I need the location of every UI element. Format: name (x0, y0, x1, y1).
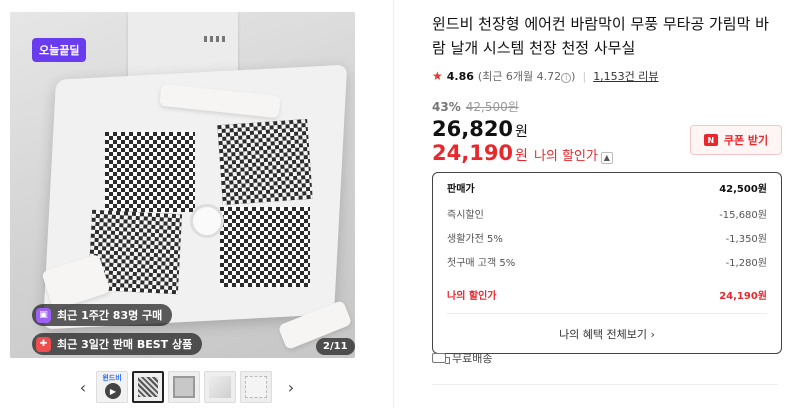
thumbnail-item[interactable] (204, 371, 236, 403)
separator: | (582, 69, 587, 83)
recent-rating-close: ) (571, 70, 576, 83)
sale-price: 26,820 (432, 117, 514, 141)
ac-grill (220, 207, 310, 287)
thumbnail-item[interactable] (168, 371, 200, 403)
breakdown-row: 즉시할인 -15,680원 (447, 201, 767, 225)
breakdown-value: -1,350원 (725, 233, 767, 245)
thumbnail-video-label: 윈드비 (102, 374, 122, 382)
breakdown-row: 생활가전 5% -1,350원 (447, 225, 767, 249)
best-seller-pill: ✚ 최근 3일간 판매 BEST 상품 (32, 333, 203, 355)
thumbnail-prev-button[interactable]: ‹ (74, 372, 92, 402)
my-discount-price: 24,190 (432, 141, 514, 165)
product-title: 윈드비 천장형 에어컨 바람막이 무풍 무타공 가림막 바람 날개 시스템 천장… (432, 15, 769, 57)
info-icon[interactable]: i (561, 73, 572, 83)
shopping-bag-icon: ▣ (36, 307, 51, 323)
divider (447, 313, 767, 314)
breakdown-value: -15,680원 (719, 209, 767, 221)
breakdown-my-price-row: 나의 할인가 24,190원 (447, 281, 767, 307)
truck-icon (432, 353, 450, 364)
breakdown-label: 즉시할인 (447, 209, 484, 221)
weekly-purchase-text: 최근 1주간 83명 구매 (57, 309, 163, 322)
ac-grill (105, 132, 195, 212)
thumbnail-video[interactable]: 윈드비 ▶ (96, 371, 128, 403)
deal-badge: 오늘끝딜 (32, 38, 87, 62)
thumbnail-image (245, 376, 267, 398)
my-price-label: 나의 할인가 (533, 149, 598, 164)
coupon-icon: N (703, 134, 718, 146)
thumbnail-strip: ‹ 윈드비 ▶ › (74, 370, 300, 404)
discount-percent: 43% (432, 100, 461, 114)
coupon-button[interactable]: N 쿠폰 받기 (690, 125, 782, 155)
chevron-up-icon[interactable]: ▲ (600, 152, 613, 164)
panel-divider (393, 0, 394, 408)
weekly-purchase-pill: ▣ 최근 1주간 83명 구매 (32, 304, 173, 326)
breakdown-row: 첫구매 고객 5% -1,280원 (447, 249, 767, 273)
my-price-unit: 원 (515, 148, 528, 164)
thumbnail-item[interactable] (132, 371, 164, 403)
shipping-label: 무료배송 (452, 352, 493, 365)
play-icon: ▶ (105, 383, 121, 399)
gift-icon: ✚ (36, 336, 51, 352)
breakdown-row: 판매가 42,500원 (447, 173, 767, 201)
divider (432, 384, 778, 385)
breakdown-my-value: 24,190원 (719, 290, 767, 302)
thumbnail-image (209, 376, 231, 398)
breakdown-label: 판매가 (447, 183, 475, 195)
image-page-counter: 2/11 (316, 338, 355, 355)
reviews-link[interactable]: 1,153건 리뷰 (593, 68, 658, 84)
ac-center-hub (190, 204, 224, 238)
thumbnail-image (138, 377, 158, 397)
breakdown-my-label: 나의 할인가 (447, 290, 497, 302)
best-seller-text: 최근 3일간 판매 BEST 상품 (57, 338, 193, 351)
shipping-info: 무료배송 (432, 350, 492, 366)
recent-rating: (최근 6개월 4.72 i) (477, 68, 576, 84)
ac-grill (217, 118, 313, 206)
breakdown-value: -1,280원 (725, 257, 767, 269)
view-all-benefits-link[interactable]: 나의 혜택 전체보기 › (447, 322, 767, 348)
thumbnail-item[interactable] (240, 371, 272, 403)
breakdown-label: 생활가전 5% (447, 233, 503, 245)
thumbnail-image (173, 376, 195, 398)
rating-row: ★ 4.86 (최근 6개월 4.72 i) | 1,153건 리뷰 (432, 68, 782, 84)
discount-row: 43% 42,500원 (432, 98, 782, 115)
star-icon: ★ (432, 69, 443, 83)
ac-indicator (204, 36, 226, 42)
product-info: 윈드비 천장형 에어컨 바람막이 무풍 무타공 가림막 바람 날개 시스템 천장… (432, 12, 782, 385)
rating-value: 4.86 (446, 69, 474, 83)
thumbnail-next-button[interactable]: › (282, 372, 300, 402)
original-price: 42,500원 (465, 100, 519, 114)
breakdown-value: 42,500원 (719, 183, 767, 195)
price-breakdown-box: 판매가 42,500원 즉시할인 -15,680원 생활가전 5% -1,350… (432, 172, 782, 354)
breakdown-label: 첫구매 고객 5% (447, 257, 516, 269)
product-main-image[interactable]: 오늘끝딜 ▣ 최근 1주간 83명 구매 ✚ 최근 3일간 판매 BEST 상품… (10, 12, 355, 358)
coupon-label: 쿠폰 받기 (723, 134, 769, 147)
sale-price-unit: 원 (515, 124, 528, 140)
recent-rating-text: (최근 6개월 4.72 (477, 70, 562, 83)
